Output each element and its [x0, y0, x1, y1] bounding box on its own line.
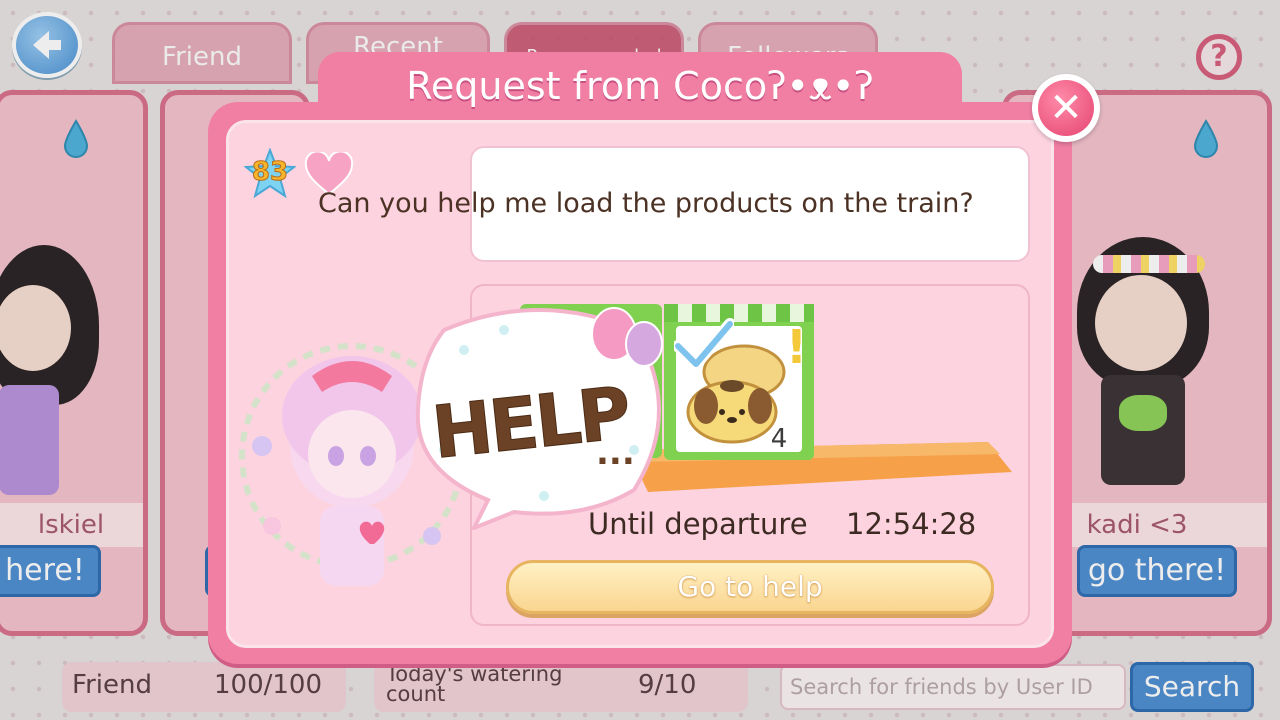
close-button[interactable]: ✕ [1032, 74, 1100, 142]
friend-level: 83 [251, 157, 289, 188]
close-icon: ✕ [1038, 80, 1094, 136]
help-stamp-dots: ... [596, 433, 635, 473]
exclamation-icon: ! [786, 320, 807, 374]
go-to-help-button[interactable]: Go to help [506, 560, 994, 614]
request-message: Can you help me load the products on the… [318, 188, 974, 219]
departure-timer-value: 12:54:28 [846, 507, 977, 541]
modal-title: Request from Cocoʔ•ᴥ•ʔ [406, 64, 874, 108]
departure-timer-label: Until departure [588, 507, 808, 541]
checkmark-icon [674, 318, 734, 370]
item-count: 4 [770, 424, 788, 454]
